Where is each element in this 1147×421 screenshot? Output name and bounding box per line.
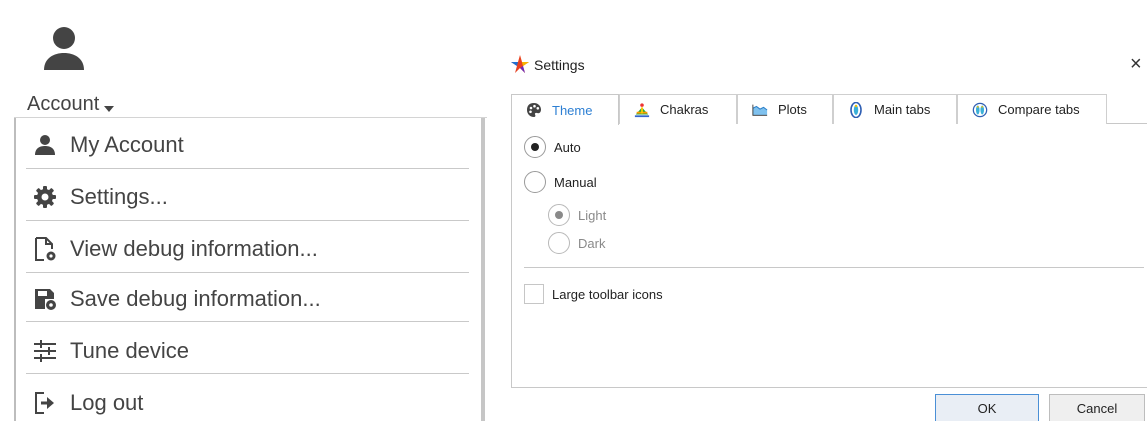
palette-icon xyxy=(526,102,542,118)
tab-label: Main tabs xyxy=(874,102,931,117)
menu-item-my-account[interactable]: My Account xyxy=(16,120,469,170)
radio-label: Dark xyxy=(578,235,606,251)
theme-panel: Auto Manual Light Dark Large toolbar ico… xyxy=(511,124,1147,388)
tab-label: Plots xyxy=(778,102,807,117)
menu-item-label: Save debug information... xyxy=(70,286,321,311)
menu-item-label: Tune device xyxy=(70,338,190,363)
tab-main-tabs[interactable]: Main tabs xyxy=(833,94,957,124)
menu-item-label: Log out xyxy=(70,390,144,415)
settings-dialog: Settings × Theme Chakras Plots Main tabs… xyxy=(498,46,1147,421)
tab-label: Chakras xyxy=(660,102,709,117)
radio-dark[interactable]: Dark xyxy=(548,232,605,254)
radio-label: Light xyxy=(578,207,607,223)
menu-item-settings[interactable]: Settings... xyxy=(16,172,469,222)
radio-label: Manual xyxy=(554,174,597,190)
tab-plots[interactable]: Plots xyxy=(737,94,833,124)
chakra-figure-icon xyxy=(634,102,650,118)
account-label: Account xyxy=(27,92,100,115)
menu-item-label: My Account xyxy=(70,132,184,157)
dialog-titlebar: Settings × xyxy=(498,46,1147,86)
menu-item-tune-device[interactable]: Tune device xyxy=(16,326,469,376)
tab-compare-tabs[interactable]: Compare tabs xyxy=(957,94,1107,124)
aura-icon xyxy=(848,101,864,118)
logout-icon xyxy=(32,390,58,416)
account-menu: My Account Settings... View debug inform… xyxy=(14,118,485,421)
menu-divider xyxy=(26,272,469,273)
account-avatar-icon[interactable] xyxy=(40,24,88,74)
sliders-icon xyxy=(32,338,58,364)
menu-item-label: View debug information... xyxy=(70,236,318,261)
user-icon xyxy=(32,132,58,158)
tab-chakras[interactable]: Chakras xyxy=(619,94,737,124)
menu-item-log-out[interactable]: Log out xyxy=(16,378,469,421)
menu-item-save-debug[interactable]: Save debug information... xyxy=(16,274,469,324)
close-icon[interactable]: × xyxy=(1130,52,1142,76)
cancel-button[interactable]: Cancel xyxy=(1049,394,1145,421)
tab-label: Compare tabs xyxy=(998,102,1080,117)
ok-button[interactable]: OK xyxy=(935,394,1039,421)
account-dropdown-area: Account My Account Settings... View debu… xyxy=(0,0,490,421)
radio-auto[interactable]: Auto xyxy=(524,136,581,158)
radio-button[interactable] xyxy=(548,204,570,226)
checkbox[interactable] xyxy=(524,284,544,304)
dialog-title: Settings xyxy=(534,57,585,73)
menu-divider xyxy=(26,168,469,169)
gear-icon xyxy=(32,184,58,210)
menu-item-label: Settings... xyxy=(70,184,168,209)
double-aura-icon xyxy=(972,102,988,118)
app-logo-icon xyxy=(511,55,529,73)
caret-down-icon xyxy=(104,106,115,112)
radio-button[interactable] xyxy=(524,171,546,193)
menu-divider xyxy=(26,373,469,374)
account-menu-trigger[interactable]: Account xyxy=(27,90,115,118)
save-gear-icon xyxy=(32,286,58,312)
menu-divider xyxy=(26,220,469,221)
checkbox-label: Large toolbar icons xyxy=(552,286,663,302)
tab-theme[interactable]: Theme xyxy=(511,94,619,125)
panel-divider xyxy=(524,267,1144,268)
tab-label: Theme xyxy=(552,102,593,118)
area-chart-icon xyxy=(752,102,768,118)
radio-button[interactable] xyxy=(548,232,570,254)
radio-light[interactable]: Light xyxy=(548,204,606,226)
radio-label: Auto xyxy=(554,139,581,155)
radio-button[interactable] xyxy=(524,136,546,158)
large-toolbar-icons-toggle[interactable]: Large toolbar icons xyxy=(524,284,663,304)
menu-divider xyxy=(26,321,469,322)
file-gear-icon xyxy=(32,236,58,262)
menu-item-view-debug[interactable]: View debug information... xyxy=(16,224,469,274)
radio-manual[interactable]: Manual xyxy=(524,171,597,193)
